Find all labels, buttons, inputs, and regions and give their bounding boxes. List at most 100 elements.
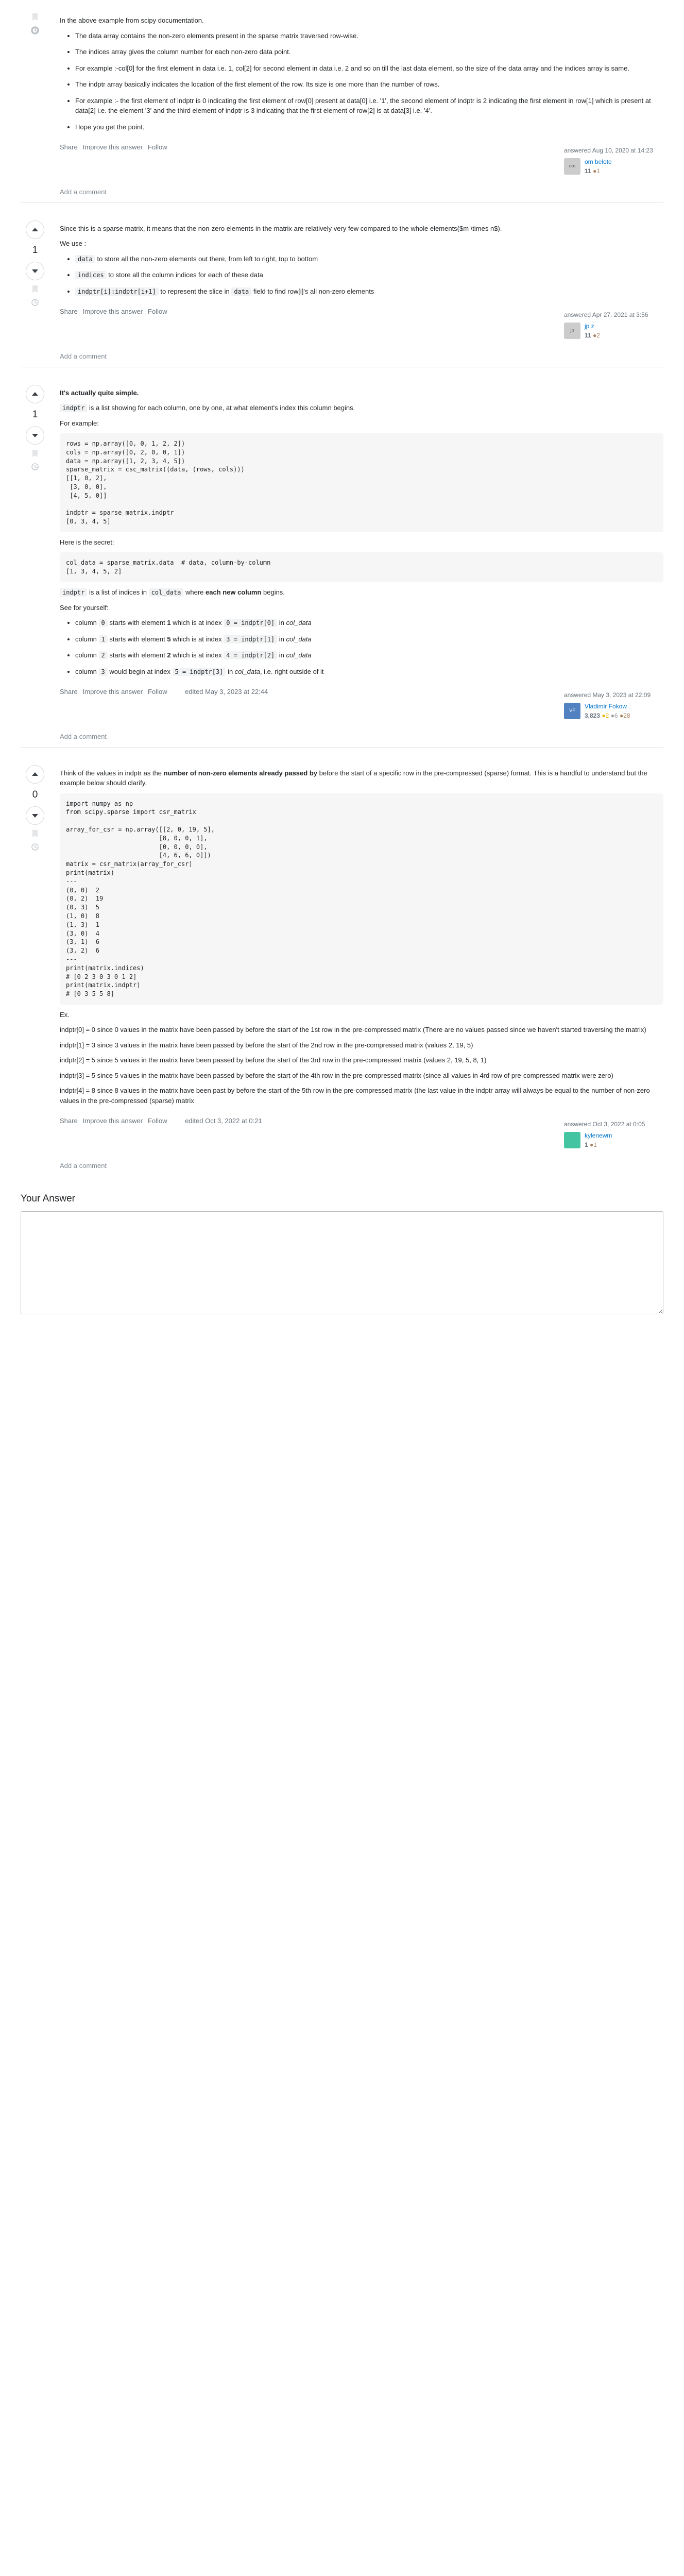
reputation: 11: [585, 332, 591, 339]
list-item: The indices array gives the column numbe…: [75, 47, 663, 57]
para: Think of the values in indptr as the num…: [60, 768, 663, 788]
code-block: rows = np.array([0, 0, 1, 2, 2]) cols = …: [60, 433, 663, 532]
answer-4: 0 Think of the values in indptr as the n…: [21, 763, 663, 1176]
content: Since this is a sparse matrix, it means …: [49, 218, 663, 362]
avatar[interactable]: VF: [564, 703, 580, 719]
bookmark-icon[interactable]: [30, 12, 40, 22]
heading: It's actually quite simple.: [60, 388, 663, 398]
list: The data array contains the non-zero ele…: [60, 31, 663, 132]
follow-link[interactable]: Follow: [148, 142, 167, 152]
share-link[interactable]: Share: [60, 307, 78, 317]
para: Since this is a sparse matrix, it means …: [60, 224, 663, 234]
improve-link[interactable]: Improve this answer: [83, 1116, 143, 1126]
improve-link[interactable]: Improve this answer: [83, 307, 143, 317]
history-icon[interactable]: [30, 842, 40, 852]
bronze-badge: ●28: [620, 712, 630, 719]
avatar[interactable]: jp: [564, 323, 580, 339]
share-link[interactable]: Share: [60, 1116, 78, 1126]
para: indptr[2] = 5 since 5 values in the matr…: [60, 1055, 663, 1065]
code: indptr: [60, 404, 87, 412]
share-link[interactable]: Share: [60, 142, 78, 152]
follow-link[interactable]: Follow: [148, 1116, 167, 1126]
downvote-button[interactable]: [26, 806, 44, 825]
add-comment-link[interactable]: Add a comment: [60, 351, 663, 362]
para: indptr is a list of indices in col_data …: [60, 587, 663, 598]
para: indptr is a list showing for each column…: [60, 403, 663, 413]
vote-count: 1: [32, 408, 38, 422]
add-comment-link[interactable]: Add a comment: [60, 187, 663, 197]
list: data to store all the non-zero elements …: [60, 254, 663, 297]
silver-badge: ●6: [611, 712, 618, 719]
edited-link[interactable]: edited Oct 3, 2022 at 0:21: [185, 1116, 262, 1126]
vote-count: 0: [32, 788, 38, 803]
para: indptr[0] = 0 since 0 values in the matr…: [60, 1025, 663, 1035]
bookmark-icon[interactable]: [30, 449, 40, 458]
downvote-button[interactable]: [26, 262, 44, 280]
reputation: 11: [585, 167, 591, 175]
gold-badge: ●2: [602, 712, 609, 719]
bookmark-icon[interactable]: [30, 829, 40, 838]
timestamp: answered Oct 3, 2022 at 0:05: [564, 1120, 660, 1129]
list-item: For example :- the first element of indp…: [75, 96, 663, 116]
downvote-button[interactable]: [26, 426, 44, 445]
footer-actions: Share Improve this answer Follow edited …: [60, 687, 268, 697]
reputation: 3,823: [585, 712, 600, 719]
upvote-button[interactable]: [26, 385, 44, 403]
vote-column: 1: [21, 383, 49, 742]
user-link[interactable]: Vladimir Fokow: [585, 703, 627, 710]
add-comment-link[interactable]: Add a comment: [60, 732, 663, 742]
content: Think of the values in indptr as the num…: [49, 763, 663, 1171]
user-card: answered Aug 10, 2020 at 14:23 om om bel…: [560, 142, 663, 179]
user-link[interactable]: jp z: [585, 323, 594, 330]
upvote-button[interactable]: [26, 221, 44, 239]
intro: In the above example from scipy document…: [60, 15, 663, 26]
vote-count: 1: [32, 243, 38, 258]
code: indices: [75, 271, 107, 279]
code: data: [231, 287, 251, 296]
history-icon[interactable]: [30, 26, 40, 35]
reputation: 1: [585, 1141, 588, 1148]
history-icon[interactable]: [30, 462, 40, 471]
para: indptr[4] = 8 since 8 values in the matr…: [60, 1086, 663, 1106]
vote-column: 1: [21, 218, 49, 362]
follow-link[interactable]: Follow: [148, 307, 167, 317]
vote-column: 0: [21, 763, 49, 1171]
list-item: The data array contains the non-zero ele…: [75, 31, 663, 41]
footer-actions: Share Improve this answer Follow: [60, 307, 167, 317]
user-card: answered Apr 27, 2021 at 3:56 jp jp z 11…: [560, 307, 663, 344]
para: We use :: [60, 239, 663, 249]
follow-link[interactable]: Follow: [148, 687, 167, 697]
para: indptr[3] = 5 since 5 values in the matr…: [60, 1071, 663, 1081]
share-link[interactable]: Share: [60, 687, 78, 697]
bronze-badge: ●1: [593, 167, 600, 175]
bronze-badge: ●2: [593, 332, 600, 339]
code-block: import numpy as np from scipy.sparse imp…: [60, 793, 663, 1005]
code: data: [75, 255, 95, 263]
code-block: col_data = sparse_matrix.data # data, co…: [60, 552, 663, 582]
list-item: For example :-col[0] for the first eleme…: [75, 63, 663, 74]
avatar[interactable]: om: [564, 158, 580, 175]
list-item: The indptr array basically indicates the…: [75, 79, 663, 90]
user-link[interactable]: om belote: [585, 158, 612, 165]
add-comment-link[interactable]: Add a comment: [60, 1161, 663, 1171]
para: Here is the secret:: [60, 537, 663, 548]
improve-link[interactable]: Improve this answer: [83, 142, 143, 152]
user-link[interactable]: kylenewm: [585, 1132, 612, 1139]
improve-link[interactable]: Improve this answer: [83, 687, 143, 697]
list-item: Hope you get the point.: [75, 122, 663, 132]
history-icon[interactable]: [30, 298, 40, 307]
timestamp: answered Aug 10, 2020 at 14:23: [564, 146, 660, 155]
bookmark-icon[interactable]: [30, 284, 40, 294]
list: column 0 starts with element 1 which is …: [60, 618, 663, 676]
code: indptr[i]:indptr[i+1]: [75, 287, 159, 296]
list-item: column 1 starts with element 5 which is …: [75, 634, 663, 645]
para: For example:: [60, 418, 663, 429]
avatar[interactable]: [564, 1132, 580, 1148]
answer-textarea[interactable]: [21, 1211, 663, 1314]
list-item: column 2 starts with element 2 which is …: [75, 650, 663, 660]
footer: Share Improve this answer Follow answere…: [60, 142, 663, 179]
content: In the above example from scipy document…: [49, 10, 663, 197]
vote-column: [21, 10, 49, 197]
upvote-button[interactable]: [26, 765, 44, 784]
edited-link[interactable]: edited May 3, 2023 at 22:44: [185, 687, 268, 697]
